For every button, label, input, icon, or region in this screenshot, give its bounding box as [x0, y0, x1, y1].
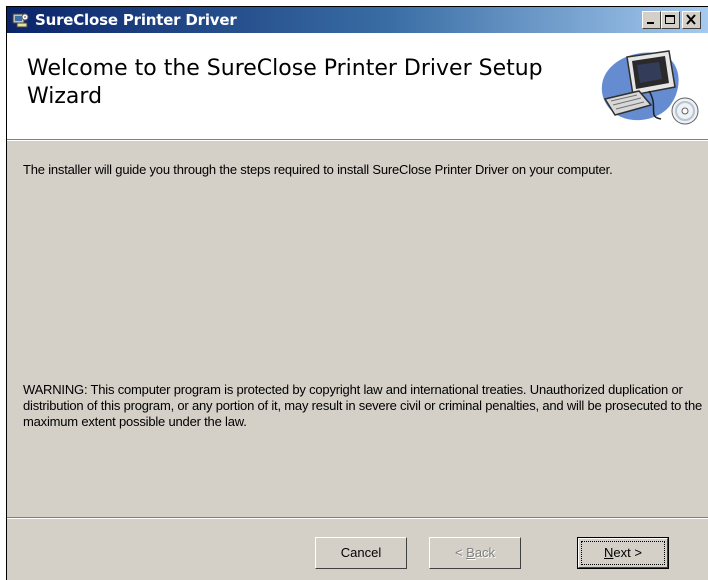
setup-wizard-window: SureClose Printer Driver Welcome to the …: [6, 6, 708, 580]
setup-installer-icon: [12, 11, 29, 28]
maximize-button[interactable]: [661, 11, 680, 29]
close-icon: [686, 14, 696, 25]
title-bar[interactable]: SureClose Printer Driver: [7, 7, 708, 33]
back-button[interactable]: < Back: [429, 537, 521, 569]
next-button[interactable]: Next >: [577, 537, 669, 569]
next-button-label: Next >: [604, 545, 642, 560]
wizard-header: Welcome to the SureClose Printer Driver …: [7, 33, 708, 141]
minimize-icon: [647, 22, 654, 24]
button-separator-highlight: [7, 518, 708, 519]
intro-text: The installer will guide you through the…: [23, 162, 613, 177]
minimize-button[interactable]: [642, 11, 661, 29]
back-button-label: < Back: [454, 545, 496, 560]
close-button[interactable]: [682, 11, 701, 29]
computer-with-cd-icon: [589, 47, 701, 129]
maximize-icon: [665, 15, 675, 24]
cancel-button[interactable]: Cancel: [315, 537, 407, 569]
cancel-button-label: Cancel: [340, 545, 382, 560]
copyright-warning-text: WARNING: This computer program is protec…: [23, 382, 703, 429]
window-title: SureClose Printer Driver: [35, 11, 237, 29]
page-title: Welcome to the SureClose Printer Driver …: [27, 56, 543, 109]
